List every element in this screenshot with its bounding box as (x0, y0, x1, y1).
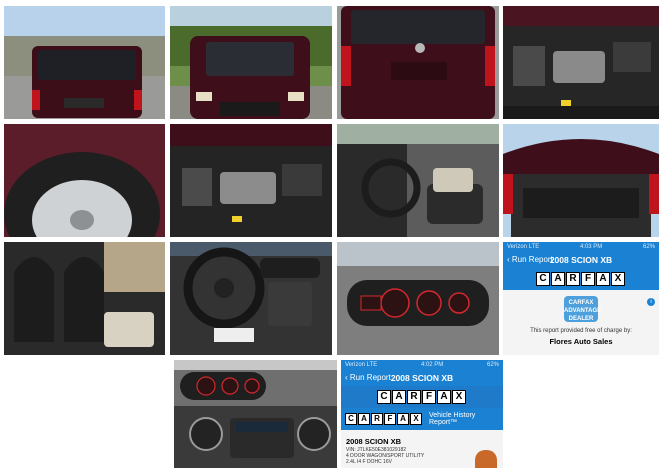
photo-instrument-cluster[interactable] (337, 242, 499, 355)
logo-letter: F (384, 413, 396, 425)
photo-rear-view[interactable] (4, 6, 165, 119)
logo-letter: A (596, 272, 610, 286)
photo-engine-bay-2[interactable] (170, 124, 332, 237)
photo-steering-wheel[interactable] (170, 242, 332, 355)
dealer-name: Flores Auto Sales (549, 337, 613, 346)
steering-wheel-image (170, 242, 332, 355)
logo-letter: F (422, 390, 436, 404)
engine-bay-image (503, 6, 659, 119)
photo-tire[interactable] (4, 124, 165, 237)
status-bar: Verizon LTE 4:02 PM 62% (341, 360, 503, 369)
back-button[interactable]: ‹ Run Report (507, 255, 553, 264)
carfax-logo: CARFAX (377, 390, 467, 404)
rear-view-image (4, 6, 165, 119)
logo-letter: A (358, 413, 370, 425)
logo-letter: R (566, 272, 580, 286)
nav-bar: ‹ Run Report 2008 SCION XB (341, 369, 503, 386)
logo-letter: C (345, 413, 357, 425)
status-battery: 62% (486, 361, 499, 368)
logo-letter: X (410, 413, 422, 425)
carfax-logo: CARFAX (536, 272, 626, 286)
logo-letter: A (437, 390, 451, 404)
photo-engine-bay[interactable] (503, 6, 659, 119)
photo-open-hatch[interactable] (503, 124, 659, 237)
status-time: 4:02 PM (420, 361, 444, 368)
carfax-logo-bar: CARFAX (341, 386, 503, 408)
front-view-image (170, 6, 332, 119)
carfax-screenshot-history[interactable]: Verizon LTE 4:02 PM 62% ‹ Run Report 200… (341, 360, 503, 468)
back-label: Run Report (511, 255, 553, 264)
fox-mascot-icon (475, 450, 497, 468)
carfax-screenshot-dealer[interactable]: Verizon LTE 4:03 PM 62% ‹ Run Report 200… (503, 242, 659, 355)
tire-image (4, 124, 165, 237)
vhr-header: CARFAX Vehicle History Report™ (341, 408, 503, 430)
instrument-cluster-image (337, 242, 499, 355)
center-console-image (174, 360, 337, 468)
logo-letter: X (452, 390, 466, 404)
logo-letter: C (536, 272, 550, 286)
vhr-label: Vehicle History Report™ (429, 412, 476, 426)
status-bar: Verizon LTE 4:03 PM 62% (503, 242, 659, 251)
logo-letter: R (407, 390, 421, 404)
info-icon[interactable]: i (647, 298, 655, 306)
logo-letter: A (392, 390, 406, 404)
photo-driver-interior[interactable] (337, 124, 499, 237)
status-carrier: Verizon LTE (345, 361, 378, 368)
photo-center-console[interactable] (174, 360, 337, 468)
carfax-logo-bar: CARFAX (503, 268, 659, 290)
nav-bar: ‹ Run Report 2008 SCION XB (503, 251, 659, 268)
photo-rear-closeup[interactable] (337, 6, 499, 119)
driver-interior-image (337, 124, 499, 237)
engine-bay-2-image (170, 124, 332, 237)
advantage-dealer-badge: CARFAX ADVANTAGE DEALER (564, 296, 601, 322)
rear-closeup-image (337, 6, 499, 119)
open-hatch-image (503, 124, 659, 237)
photo-rear-seats[interactable] (4, 242, 165, 355)
back-label: Run Report (349, 373, 391, 382)
status-battery: 62% (642, 243, 655, 250)
status-time: 4:03 PM (579, 243, 603, 250)
status-carrier: Verizon LTE (507, 243, 540, 250)
rear-seats-image (4, 242, 165, 355)
logo-letter: R (371, 413, 383, 425)
logo-letter: X (611, 272, 625, 286)
photo-front-view[interactable] (170, 6, 332, 119)
logo-letter: A (397, 413, 409, 425)
logo-letter: A (551, 272, 565, 286)
vehicle-model: 2008 SCION XB (346, 437, 402, 446)
provided-by-text: This report provided free of charge by: (530, 328, 632, 334)
logo-letter: C (377, 390, 391, 404)
carfax-small-logo: CARFAX (345, 413, 423, 425)
back-button[interactable]: ‹ Run Report (345, 373, 391, 382)
logo-letter: F (581, 272, 595, 286)
